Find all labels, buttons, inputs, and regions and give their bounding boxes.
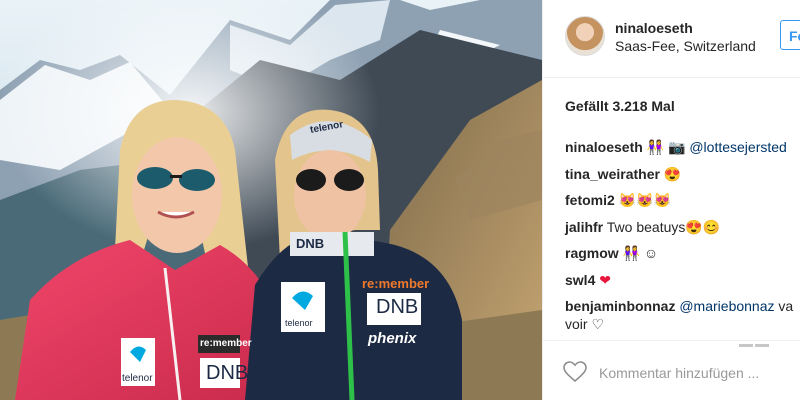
comment-emojis: ❤ — [599, 271, 611, 288]
comment-item: fetomi2 😻😻😻 — [565, 191, 800, 209]
comment-username[interactable]: ragmow — [565, 245, 619, 261]
comment-emojis: 😍 — [663, 165, 682, 182]
post-header: ninaloeseth Saas-Fee, Switzerland Fo — [543, 0, 800, 78]
comment-emojis: 👭 📷 — [646, 139, 686, 155]
comment-username[interactable]: tina_weirather — [565, 166, 660, 182]
comment-list: ninaloeseth 👭 📷 @lottesejersted tina_wei… — [565, 138, 800, 342]
photo-scene — [0, 0, 542, 400]
right-remember-label: re:member — [362, 276, 430, 291]
comment-footer — [543, 340, 800, 400]
left-remember-label: re:member — [200, 338, 252, 349]
right-collar-label: DNB — [296, 236, 325, 251]
comment-mention[interactable]: @lottesejersted — [689, 139, 786, 155]
right-dnb-label: DNB — [376, 296, 419, 318]
comment-item: jalihfr Two beatuys😍😊 — [565, 218, 800, 236]
comment-emojis: 😻😻😻 — [618, 192, 671, 208]
comment-username[interactable]: jalihfr — [565, 219, 603, 235]
post-location[interactable]: Saas-Fee, Switzerland — [615, 38, 765, 54]
comment-item: ninaloeseth 👭 📷 @lottesejersted — [565, 138, 800, 156]
comment-username[interactable]: ninaloeseth — [565, 139, 643, 155]
comment-item: tina_weirather 😍 — [565, 165, 800, 183]
comment-username[interactable]: swl4 — [565, 272, 595, 288]
likes-count[interactable]: Gefällt 3.218 Mal — [565, 98, 675, 114]
avatar[interactable] — [565, 16, 605, 56]
comment-item: swl4 ❤ — [565, 271, 800, 289]
scroll-indicator — [739, 334, 775, 347]
right-phenix-label: phenix — [368, 330, 417, 347]
follow-button[interactable]: Fo — [780, 20, 800, 50]
comment-item: benjaminbonnaz @mariebonnaz va voir ♡ — [565, 297, 800, 333]
post-username[interactable]: ninaloeseth — [615, 20, 693, 36]
comment-input[interactable] — [599, 361, 799, 385]
post-photo[interactable]: telenor DNB telenor re:member DNB phenix… — [0, 0, 542, 400]
comment-emojis: 👭 ☺ — [622, 245, 659, 261]
left-dnb-label: DNB — [206, 362, 249, 384]
comment-mention[interactable]: @mariebonnaz — [679, 298, 774, 314]
comment-item: ragmow 👭 ☺ — [565, 244, 800, 262]
comment-username[interactable]: fetomi2 — [565, 192, 615, 208]
left-telenor-label: telenor — [122, 373, 153, 384]
heart-outline-icon[interactable] — [563, 361, 589, 385]
comment-text: Two beatuys — [606, 218, 686, 235]
comment-emojis: 😍😊 — [685, 218, 721, 235]
post-sidebar: ninaloeseth Saas-Fee, Switzerland Fo Gef… — [543, 0, 800, 400]
comment-username[interactable]: benjaminbonnaz — [565, 298, 675, 314]
right-telenor-label: telenor — [285, 318, 313, 328]
